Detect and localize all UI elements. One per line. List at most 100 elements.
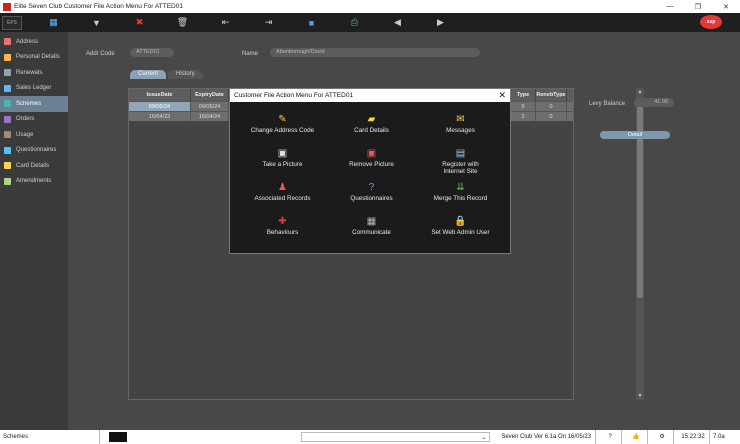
sidebar-item-label: Usage [16, 131, 34, 138]
app-icon [3, 2, 11, 11]
levy-balance-field: 41.00 [634, 98, 674, 107]
cell-type: 5 [511, 102, 536, 111]
minimize-button[interactable]: — [656, 3, 684, 10]
action-remove-picture-button[interactable]: ▣ Remove Picture [327, 147, 416, 181]
col-type[interactable]: Type [511, 89, 536, 101]
sidebar-item-orders[interactable]: Orders [0, 112, 68, 128]
delete-button[interactable]: 🗑 [161, 13, 204, 32]
action-register-button[interactable]: ▤ Register with Internet Site [416, 147, 505, 181]
addr-code-field[interactable]: ATTED01 [130, 48, 174, 57]
sidebar-item-renewals[interactable]: Renewals [0, 65, 68, 81]
card-icon [4, 162, 11, 170]
close-window-button[interactable]: ✕ [712, 3, 740, 11]
enter-icon: ⇥ [264, 17, 273, 27]
action-camera-button[interactable]: ▣ Take a Picture [238, 147, 327, 181]
thumbs-up-icon[interactable]: 👍 [622, 430, 649, 444]
remove-picture-icon: ▣ [366, 147, 377, 159]
person-icon [4, 53, 11, 61]
maximize-button[interactable]: ❐ [684, 3, 712, 11]
col-expiry-date[interactable]: ExpiryDate [191, 89, 229, 101]
action-menu-dialog: Customer File Action Menu For ATTED01 ✕ … [229, 88, 511, 254]
chevron-down-icon: ⌄ [481, 435, 487, 441]
action-card-button[interactable]: ▰ Card Details [327, 113, 416, 147]
action-label: Set Web Admin User [431, 229, 490, 236]
save-button[interactable]: ■ [290, 13, 333, 32]
action-people-button[interactable]: ♟ Associated Records [238, 181, 327, 215]
name-label: Name [242, 51, 259, 57]
app-logo: EPS [2, 15, 22, 30]
renewals-icon [4, 69, 11, 77]
action-behaviour-button[interactable]: ✚ Behaviours [238, 215, 327, 249]
dialog-close-button[interactable]: ✕ [498, 89, 506, 102]
action-label: Behaviours [266, 229, 299, 236]
exit-icon: ⇤ [221, 17, 230, 27]
status-dropdown[interactable]: ⌄ [300, 432, 491, 442]
action-message-button[interactable]: ✉ Messages [416, 113, 505, 147]
help-icon[interactable]: ? [596, 430, 623, 444]
action-label: Messages [446, 127, 475, 134]
print-icon: ⎙ [350, 17, 359, 27]
action-change-address-button[interactable]: ✎ Change Address Code [238, 113, 327, 147]
communicate-icon: ▦ [366, 215, 377, 227]
name-field[interactable]: Attenborough/David [270, 48, 480, 57]
message-icon: ✉ [456, 113, 465, 125]
window-titlebar: Elite Seven Club Customer File Action Me… [0, 0, 740, 13]
prev-button[interactable]: ◀ [376, 13, 419, 32]
tab-current[interactable]: Current [130, 70, 167, 79]
register-icon: ▤ [455, 147, 466, 159]
scroll-thumb[interactable] [637, 98, 643, 298]
sidebar-item-label: Schemes [16, 100, 42, 107]
brand-logo[interactable]: esp [700, 15, 722, 29]
cell-expiry-date: 16/04/24 [191, 112, 229, 121]
grid-icon: ▦ [49, 17, 58, 27]
cancel-button[interactable]: ✖ [118, 13, 161, 32]
action-communicate-button[interactable]: ▦ Communicate [327, 215, 416, 249]
address-icon [4, 38, 11, 46]
sidebar-item-card-details[interactable]: Card Details [0, 158, 68, 174]
cell-expiry-date: 09/05/24 [191, 102, 229, 111]
grid-button[interactable]: ▦ [32, 13, 75, 32]
sidebar-item-amendments[interactable]: Amendments [0, 174, 68, 190]
cell-type: 2 [511, 112, 536, 121]
sidebar-item-label: Sales Ledger [16, 85, 52, 92]
next-button[interactable]: ▶ [419, 13, 462, 32]
action-merge-button[interactable]: ⇊ Merge This Record [416, 181, 505, 215]
action-lock-button[interactable]: 🔒 Set Web Admin User [416, 215, 505, 249]
tab-history[interactable]: History [168, 70, 203, 79]
card-icon: ▰ [367, 113, 376, 125]
usage-icon [4, 131, 11, 139]
scroll-down-icon[interactable]: ▼ [636, 392, 644, 400]
sidebar-item-usage[interactable]: Usage [0, 127, 68, 143]
action-label: Take a Picture [262, 161, 303, 168]
scroll-up-icon[interactable]: ▲ [636, 88, 644, 96]
action-label: Merge This Record [433, 195, 488, 202]
people-icon: ♟ [278, 181, 287, 193]
enter-button[interactable]: ⇥ [247, 13, 290, 32]
exit-button[interactable]: ⇤ [204, 13, 247, 32]
behaviour-icon: ✚ [278, 215, 287, 227]
action-label: Remove Picture [349, 161, 394, 168]
change-address-icon: ✎ [278, 113, 287, 125]
detail-button[interactable]: Detail [600, 131, 670, 139]
sidebar-item-questionnaires[interactable]: Questionnaires [0, 143, 68, 159]
action-label: Register with Internet Site [442, 161, 479, 175]
print-button[interactable]: ⎙ [333, 13, 376, 32]
dialog-title: Customer File Action Menu For ATTED01 [234, 92, 354, 99]
question-icon: ? [368, 181, 375, 193]
sidebar-item-label: Card Details [16, 162, 50, 169]
cell-issue-date: 09/05/24 [129, 102, 191, 111]
merge-icon: ⇊ [456, 181, 465, 193]
settings-icon[interactable]: ⚙ [648, 430, 675, 444]
sidebar-item-address[interactable]: Address [0, 34, 68, 50]
amendments-icon [4, 177, 11, 185]
action-question-button[interactable]: ? Questionnaires [327, 181, 416, 215]
sidebar-item-schemes[interactable]: Schemes [0, 96, 68, 112]
action-grid: ✎ Change Address Code ▰ Card Details ✉ Messag… [230, 102, 510, 249]
sidebar-item-personal-details[interactable]: Personal Details [0, 50, 68, 66]
main-toolbar: EPS ▦ ▼ ✖ 🗑 ⇤ ⇥ ■ ⎙ ◀ ▶ esp [0, 13, 740, 32]
sidebar-item-sales-ledger[interactable]: Sales Ledger [0, 81, 68, 97]
cell-reneb-type: 0 [536, 102, 567, 111]
col-reneb-type[interactable]: RenebType [536, 89, 567, 101]
filter-button[interactable]: ▼ [75, 13, 118, 32]
col-issue-date[interactable]: IssueDate [129, 89, 191, 101]
